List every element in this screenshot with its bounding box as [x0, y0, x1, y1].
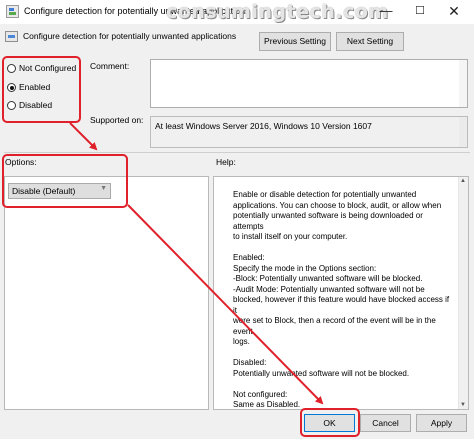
help-scrollbar[interactable]: ▲ ▼	[458, 177, 468, 409]
scroll-up-icon[interactable]: ▲	[460, 178, 466, 184]
help-paragraph: Enable or disable detection for potentia…	[233, 190, 455, 243]
supported-on-value: At least Windows Server 2016, Windows 10…	[155, 121, 372, 131]
help-line: Enabled:	[233, 253, 265, 262]
setting-icon	[5, 31, 18, 42]
help-line: -Audit Mode: Potentially unwanted softwa…	[233, 284, 425, 294]
help-line: -Block: Potentially unwanted software wi…	[233, 274, 423, 283]
radio-highlight-box	[2, 56, 81, 123]
help-paragraph: Enabled: Specify the mode in the Options …	[233, 253, 455, 348]
help-paragraph: Disabled: Potentially unwanted software w…	[233, 358, 455, 379]
help-line: to install itself on your computer.	[233, 232, 348, 241]
maximize-button[interactable]: ☐	[402, 0, 438, 24]
group-policy-icon	[6, 5, 19, 18]
help-line: Disabled:	[233, 358, 267, 367]
help-line: Not configured:	[233, 389, 288, 399]
help-line: logs.	[233, 337, 250, 346]
help-line: Enable or disable detection for potentia…	[233, 190, 417, 199]
comment-scrollbar[interactable]	[459, 60, 467, 107]
ok-highlight-box	[300, 408, 360, 437]
options-panel	[4, 176, 209, 410]
scroll-down-icon[interactable]: ▼	[460, 402, 466, 408]
comment-textarea[interactable]	[150, 59, 468, 108]
options-highlight-box	[2, 154, 128, 208]
comment-label: Comment:	[90, 61, 130, 71]
help-line: were set to Block, then a record of the …	[233, 316, 436, 336]
help-line: Specify the mode in the Options section:	[233, 263, 377, 273]
minimize-button[interactable]: —	[368, 0, 404, 24]
apply-button[interactable]: Apply	[416, 414, 467, 432]
close-button[interactable]: ✕	[436, 0, 472, 24]
previous-setting-button[interactable]: Previous Setting	[259, 32, 331, 51]
help-panel: Enable or disable detection for potentia…	[213, 176, 469, 410]
arrow-to-options	[69, 122, 98, 151]
help-line: potentially unwanted software is being d…	[233, 211, 423, 231]
divider	[4, 152, 470, 153]
setting-title: Configure detection for potentially unwa…	[23, 31, 237, 41]
next-setting-button[interactable]: Next Setting	[336, 32, 404, 51]
help-text: Enable or disable detection for potentia…	[233, 190, 455, 421]
help-line: blocked, however if this feature would h…	[233, 295, 450, 315]
watermark: consumingtech.com	[166, 1, 389, 23]
cancel-button[interactable]: Cancel	[360, 414, 411, 432]
help-line: applications. You can choose to block, a…	[233, 200, 442, 210]
supported-scrollbar[interactable]	[459, 117, 467, 147]
supported-on-label: Supported on:	[90, 115, 144, 125]
help-line: Potentially unwanted software will not b…	[233, 368, 410, 378]
supported-on-box: At least Windows Server 2016, Windows 10…	[150, 116, 468, 148]
help-label: Help:	[216, 157, 236, 167]
